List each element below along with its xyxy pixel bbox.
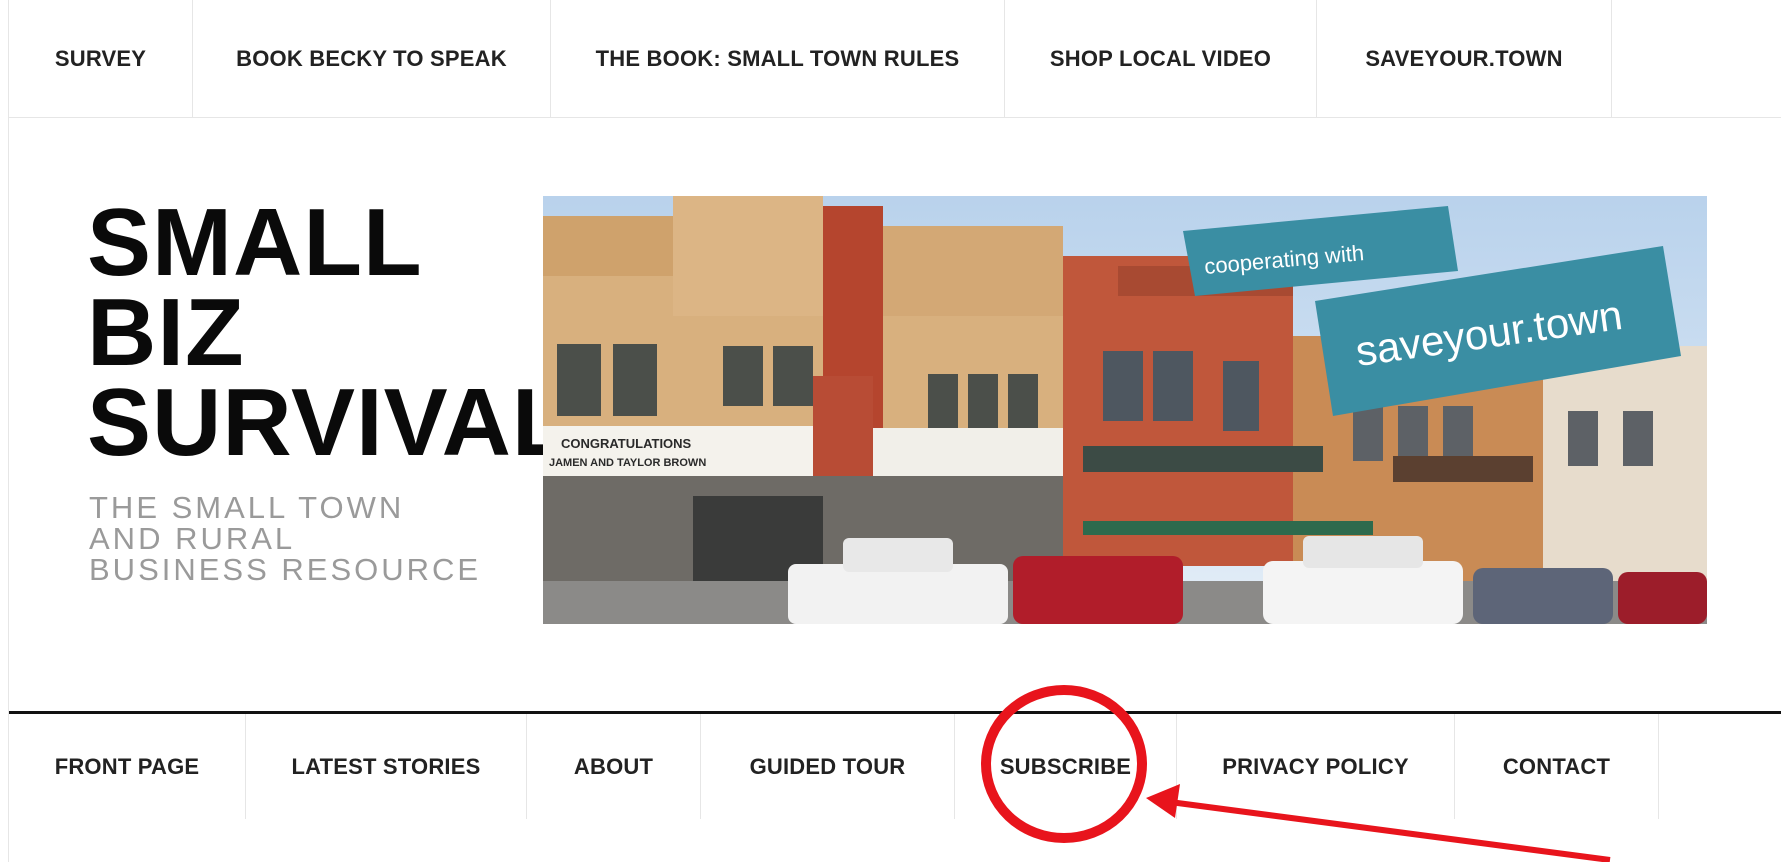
top-nav-item-book-becky[interactable]: BOOK BECKY TO SPEAK (193, 0, 551, 117)
primary-nav-item-guided-tour[interactable]: GUIDED TOUR (701, 714, 955, 819)
primary-nav-item-privacy-policy[interactable]: PRIVACY POLICY (1177, 714, 1455, 819)
site-tagline: THE SMALL TOWN AND RURAL BUSINESS RESOUR… (89, 492, 509, 585)
primary-nav-item-front-page[interactable]: FRONT PAGE (9, 714, 246, 819)
top-nav-item-shop-local-video[interactable]: SHOP LOCAL VIDEO (1005, 0, 1317, 117)
marquee-text-1: CONGRATULATIONS (561, 436, 692, 451)
top-navigation: SURVEY BOOK BECKY TO SPEAK THE BOOK: SMA… (9, 0, 1781, 118)
tagline-line-1: THE SMALL TOWN (89, 490, 405, 525)
banner-illustration: CONGRATULATIONS JAMEN AND TAYLOR BROWN c… (543, 196, 1707, 624)
top-nav-item-the-book[interactable]: THE BOOK: SMALL TOWN RULES (551, 0, 1005, 117)
top-nav-item-survey[interactable]: SURVEY (9, 0, 193, 117)
tagline-line-2: AND RURAL (89, 521, 296, 556)
site-title-line-3: SURVIVAL (87, 369, 572, 476)
primary-nav-item-about[interactable]: ABOUT (527, 714, 701, 819)
primary-nav-item-subscribe[interactable]: SUBSCRIBE (955, 714, 1177, 819)
site-title-line-1: SMALL (87, 189, 423, 296)
primary-nav-item-latest-stories[interactable]: LATEST STORIES (246, 714, 527, 819)
page-frame: SURVEY BOOK BECKY TO SPEAK THE BOOK: SMA… (8, 0, 1781, 862)
header-banner-image[interactable]: CONGRATULATIONS JAMEN AND TAYLOR BROWN c… (543, 196, 1707, 624)
site-title[interactable]: SMALL BIZ SURVIVAL (87, 189, 572, 476)
marquee-text-2: JAMEN AND TAYLOR BROWN (549, 457, 706, 469)
primary-navigation: FRONT PAGE LATEST STORIES ABOUT GUIDED T… (9, 711, 1781, 819)
top-nav-item-saveyour-town[interactable]: SAVEYOUR.TOWN (1317, 0, 1612, 117)
primary-nav-item-contact[interactable]: CONTACT (1455, 714, 1659, 819)
site-title-line-2: BIZ (87, 279, 245, 386)
tagline-line-3: BUSINESS RESOURCE (89, 552, 482, 587)
